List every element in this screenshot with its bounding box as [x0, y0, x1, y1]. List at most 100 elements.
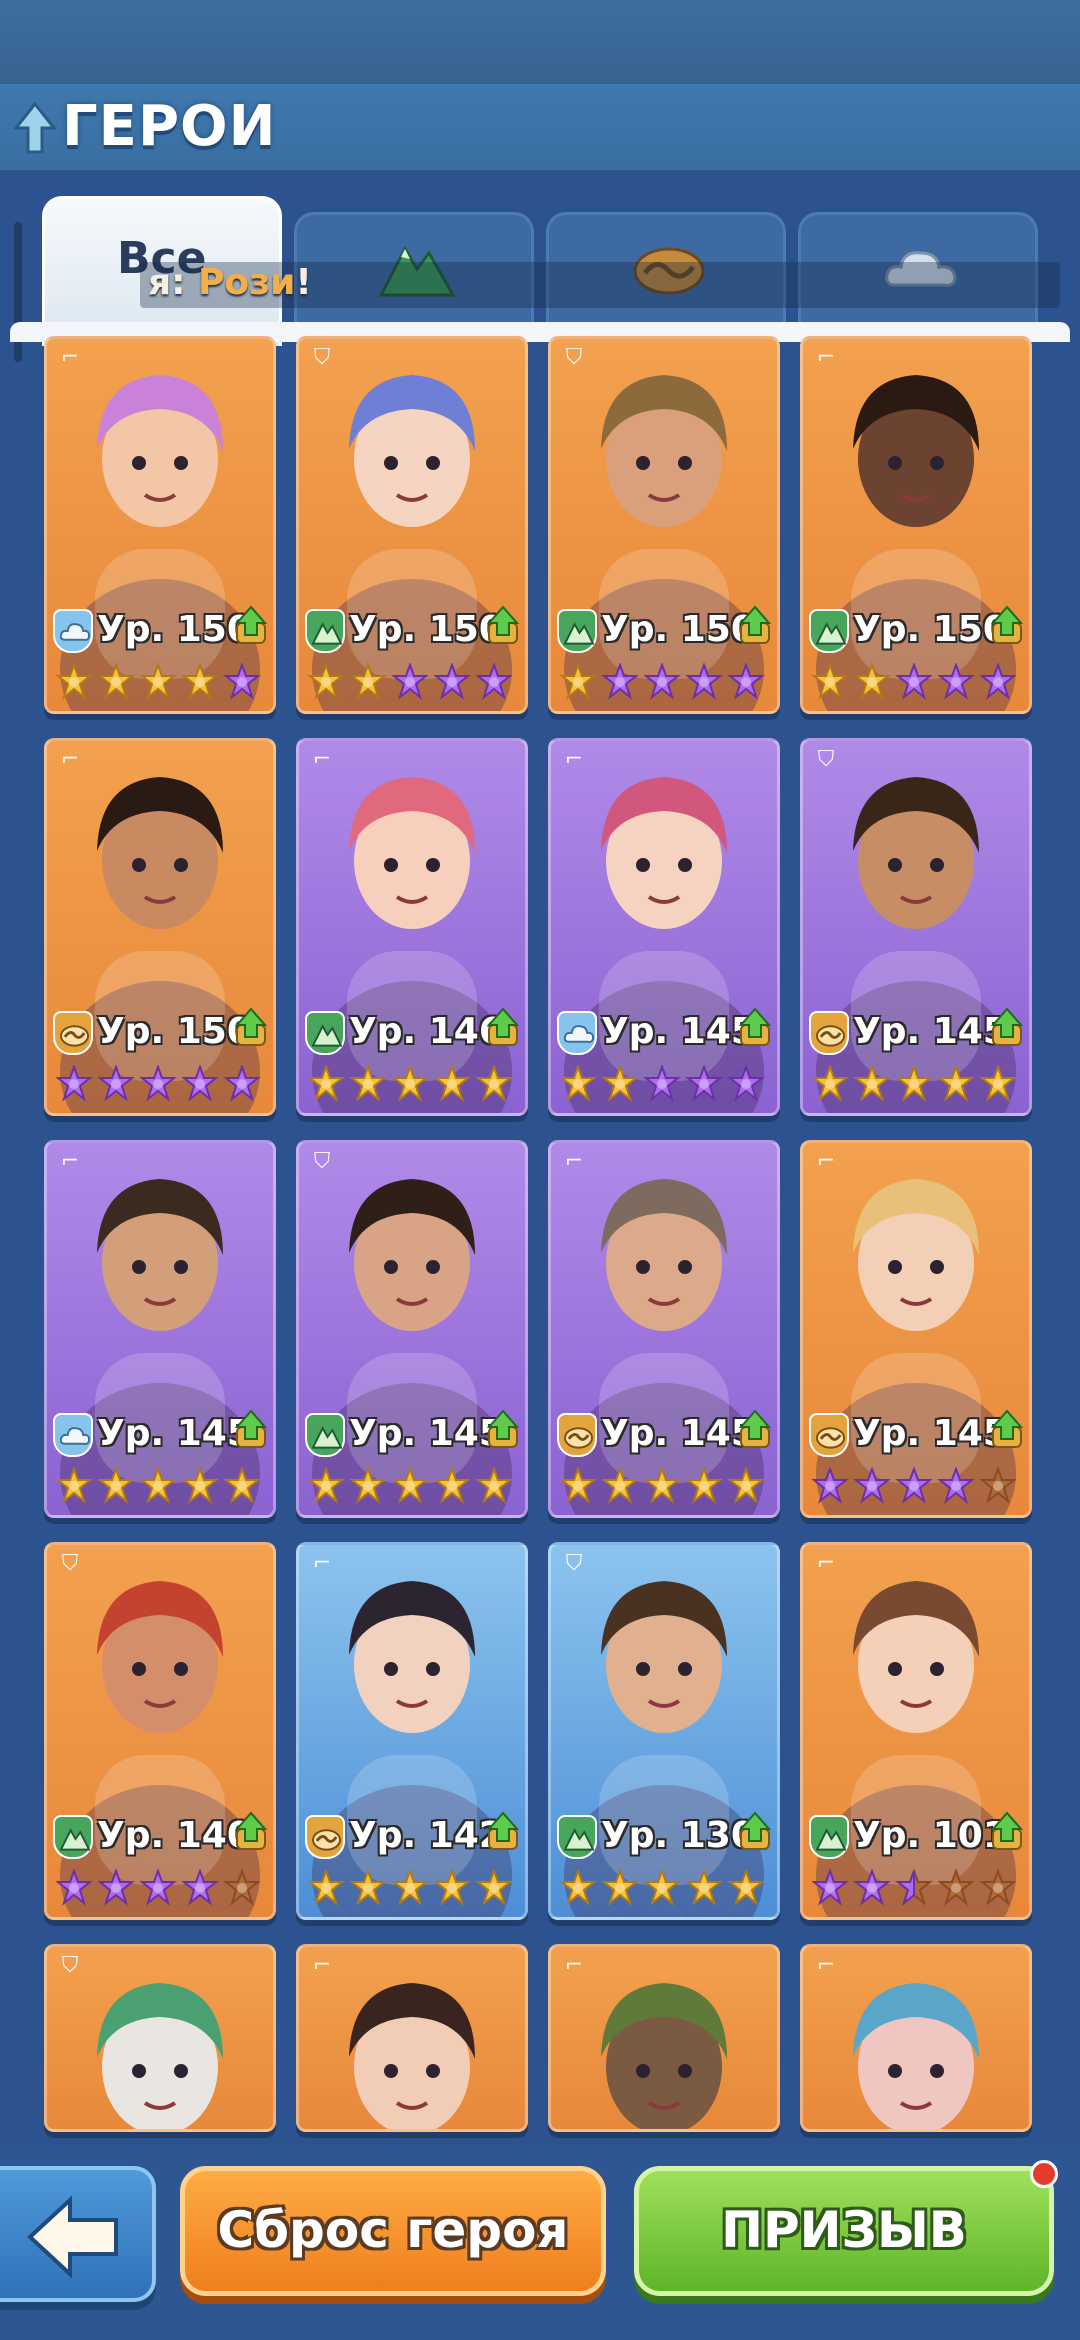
gold-star-icon: [349, 1869, 387, 1906]
arrow-left-icon: [27, 2195, 118, 2279]
hero-level: Ур. 150: [601, 609, 756, 650]
gold-star-icon: [307, 1869, 345, 1906]
gold-star-icon: [391, 1869, 429, 1906]
ticker-hero-name: Рози: [198, 262, 296, 303]
hero-card[interactable]: ⛉: [44, 1944, 276, 2132]
gold-star-icon: [811, 663, 849, 700]
purple-star-icon: [433, 663, 471, 700]
level-row: Ур. 150: [305, 605, 525, 657]
gun-icon: ⌐: [312, 747, 332, 772]
hero-card[interactable]: ⌐ Ур. 150: [44, 738, 276, 1116]
purple-star-icon: [895, 663, 933, 700]
mountain-class-icon: [809, 1815, 849, 1859]
reset-hero-button[interactable]: Сброс героя: [180, 2166, 606, 2296]
hero-card[interactable]: ⌐: [800, 1944, 1032, 2132]
purple-star-icon: [685, 1065, 723, 1102]
gold-star-icon: [979, 1065, 1017, 1102]
hero-card[interactable]: ⛉ Ур. 140: [44, 1542, 276, 1920]
shield-icon: ⛉: [61, 1551, 79, 1576]
hero-card[interactable]: ⌐ Ур. 150: [44, 336, 276, 714]
hero-card[interactable]: ⌐: [548, 1944, 780, 2132]
back-button[interactable]: [0, 2166, 156, 2302]
level-row: Ур. 145: [557, 1409, 777, 1461]
gold-star-icon: [181, 663, 219, 700]
gold-star-icon: [727, 1869, 765, 1906]
hero-card[interactable]: ⌐ Ур. 146: [296, 738, 528, 1116]
gold-star-icon: [853, 1065, 891, 1102]
purple-star-icon: [55, 1869, 93, 1906]
level-row: Ур. 150: [53, 1007, 273, 1059]
shield-icon: ⛉: [61, 1953, 79, 1978]
gold-star-icon: [685, 1869, 723, 1906]
notification-dot: [1030, 2160, 1058, 2188]
hero-level: Ур. 130: [601, 1815, 756, 1856]
star-rating: [559, 1065, 777, 1103]
hero-card[interactable]: ⌐ Ур. 145: [800, 1140, 1032, 1518]
ticker-text: я: Рози!: [148, 262, 312, 303]
hero-card[interactable]: ⌐ Ур. 145: [548, 738, 780, 1116]
gold-star-icon: [895, 1065, 933, 1102]
gun-icon: ⌐: [60, 1149, 80, 1174]
hero-card[interactable]: ⌐: [296, 1944, 528, 2132]
purple-star-icon: [811, 1869, 849, 1906]
shield-icon: ⛉: [565, 345, 583, 370]
shield-icon: ⛉: [313, 345, 331, 370]
hero-level: Ур. 140: [97, 1815, 252, 1856]
hero-card[interactable]: ⛉ Ур. 150: [548, 336, 780, 714]
hero-card[interactable]: ⌐ Ур. 142: [296, 1542, 528, 1920]
gold-star-icon: [685, 1467, 723, 1504]
star-rating: [559, 1467, 777, 1505]
gold-star-icon: [97, 663, 135, 700]
level-row: Ур. 146: [305, 1007, 525, 1059]
gold-star-icon: [811, 1065, 849, 1102]
hero-card[interactable]: ⌐ Ур. 145: [44, 1140, 276, 1518]
half-star-icon: [895, 1869, 933, 1906]
gold-star-icon: [727, 1467, 765, 1504]
hero-level: Ур. 145: [853, 1011, 1008, 1052]
gold-star-icon: [391, 1467, 429, 1504]
empty-star-icon: [979, 1869, 1017, 1906]
gold-star-icon: [139, 663, 177, 700]
hero-card[interactable]: ⛉ Ур. 145: [296, 1140, 528, 1518]
hero-card[interactable]: ⛉ Ур. 145: [800, 738, 1032, 1116]
purple-star-icon: [727, 663, 765, 700]
summon-button[interactable]: ПРИЗЫВ: [634, 2166, 1054, 2296]
hero-level: Ур. 145: [349, 1413, 504, 1454]
gold-star-icon: [307, 1467, 345, 1504]
cloud-class-icon: [53, 609, 93, 653]
hero-level: Ур. 146: [349, 1011, 504, 1052]
status-band: [0, 0, 1080, 84]
level-row: Ур. 142: [305, 1811, 525, 1863]
gun-icon: ⌐: [564, 1149, 584, 1174]
mountain-class-icon: [305, 1413, 345, 1457]
mountain-class-icon: [557, 609, 597, 653]
level-row: Ур. 101: [809, 1811, 1029, 1863]
hero-card[interactable]: ⌐ Ур. 101: [800, 1542, 1032, 1920]
empty-star-icon: [979, 1467, 1017, 1504]
hero-card[interactable]: ⌐ Ур. 145: [548, 1140, 780, 1518]
level-row: Ур. 145: [53, 1409, 273, 1461]
purple-star-icon: [55, 1065, 93, 1102]
hero-level: Ур. 145: [601, 1413, 756, 1454]
upgrade-arrow-icon: [990, 1409, 1024, 1448]
empty-star-icon: [937, 1869, 975, 1906]
hero-card[interactable]: ⌐ Ур. 150: [800, 336, 1032, 714]
purple-star-icon: [139, 1869, 177, 1906]
summon-label: ПРИЗЫВ: [721, 2201, 967, 2259]
hero-level: Ур. 150: [97, 1011, 252, 1052]
shield-icon: ⛉: [817, 747, 835, 772]
upgrade-arrow-icon: [486, 605, 520, 644]
gold-star-icon: [559, 1065, 597, 1102]
gun-icon: ⌐: [60, 345, 80, 370]
purple-star-icon: [475, 663, 513, 700]
gun-icon: ⌐: [816, 1149, 836, 1174]
purple-star-icon: [223, 1065, 261, 1102]
hero-card[interactable]: ⛉ Ур. 150: [296, 336, 528, 714]
hero-card[interactable]: ⛉ Ур. 130: [548, 1542, 780, 1920]
star-rating: [811, 1065, 1029, 1103]
upgrade-arrow-icon: [486, 1409, 520, 1448]
gold-star-icon: [391, 1065, 429, 1102]
purple-star-icon: [223, 663, 261, 700]
star-rating: [55, 1467, 273, 1505]
purple-star-icon: [685, 663, 723, 700]
